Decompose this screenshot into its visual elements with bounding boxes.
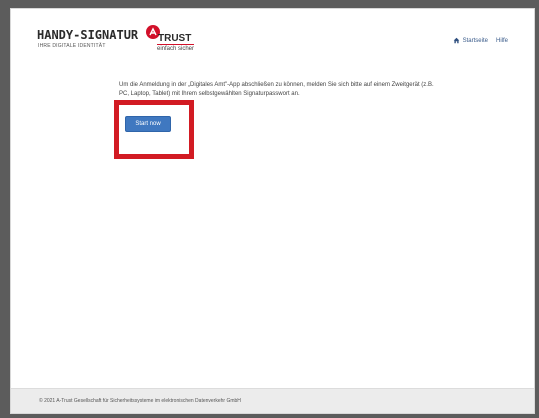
footer: © 2021 A-Trust Gesellschaft für Sicherhe… <box>11 388 534 413</box>
footer-copyright: © 2021 A-Trust Gesellschaft für Sicherhe… <box>39 398 241 404</box>
header: HANDY-SIGNATUR IHRE DIGITALE IDENTITÄT T… <box>11 9 534 65</box>
nav-home-label: Startseite <box>462 37 488 44</box>
main-content: Um die Anmeldung in der „Digitales Amt"-… <box>119 81 439 99</box>
handy-signatur-tagline: IHRE DIGITALE IDENTITÄT <box>38 43 106 49</box>
a-trust-slogan: einfach sicher <box>157 44 195 52</box>
home-icon <box>453 37 459 44</box>
top-nav: Startseite Hilfe <box>453 37 508 44</box>
a-trust-logo-text: TRUST <box>158 33 192 44</box>
highlight-box <box>114 100 194 159</box>
nav-home-link[interactable]: Startseite <box>453 37 488 44</box>
page: HANDY-SIGNATUR IHRE DIGITALE IDENTITÄT T… <box>10 8 535 414</box>
handy-signatur-logo: HANDY-SIGNATUR <box>37 28 139 42</box>
login-instruction-text: Um die Anmeldung in der „Digitales Amt"-… <box>119 82 434 97</box>
nav-help-link[interactable]: Hilfe <box>496 38 508 44</box>
screen-frame: HANDY-SIGNATUR IHRE DIGITALE IDENTITÄT T… <box>0 0 539 418</box>
